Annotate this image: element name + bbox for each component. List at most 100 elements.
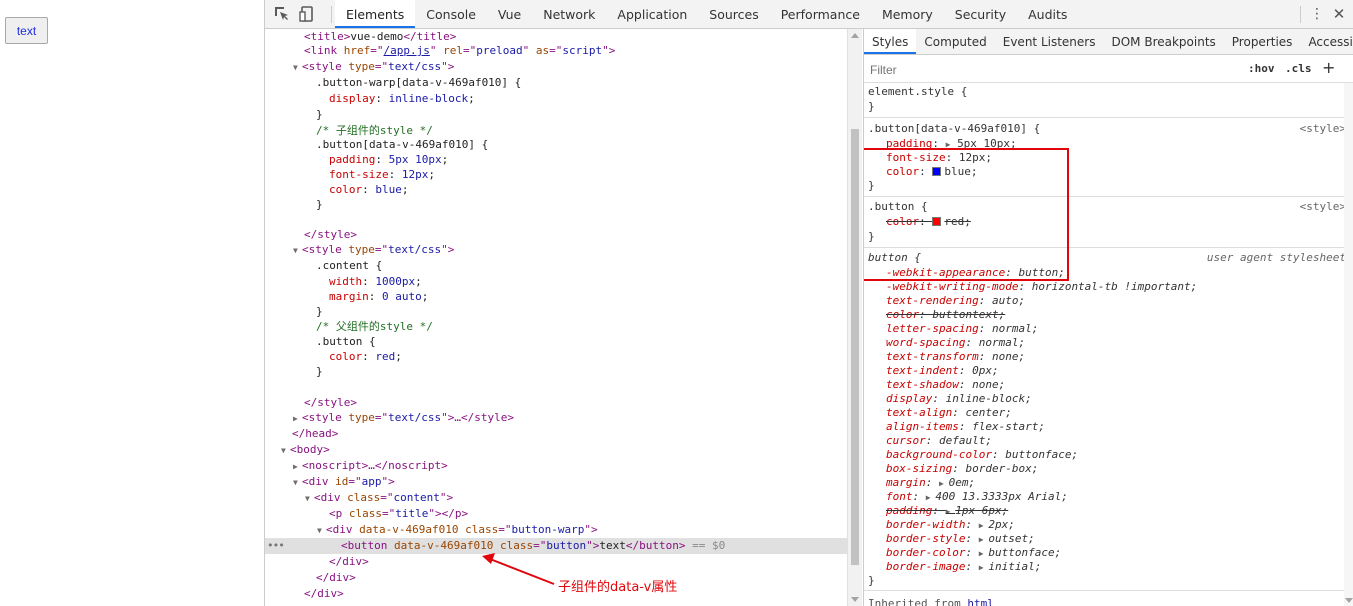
tab-console[interactable]: Console — [415, 0, 487, 28]
dom-line[interactable]: ▼ <div data-v-469af010 class="button-warp… — [265, 522, 847, 538]
css-declaration[interactable]: box-sizing: border-box; — [886, 462, 1353, 476]
css-declaration[interactable]: letter-spacing: normal; — [886, 322, 1353, 336]
more-options-icon[interactable]: ⋮ — [1309, 6, 1325, 22]
css-declaration-overridden[interactable]: color: buttontext; — [886, 308, 1353, 322]
css-declaration[interactable]: text-indent: 0px; — [886, 364, 1353, 378]
css-declaration[interactable]: cursor: default; — [886, 434, 1353, 448]
styles-scrollbar[interactable] — [1344, 83, 1353, 606]
page-text-button[interactable]: text — [5, 17, 48, 44]
dom-line[interactable]: padding: 5px 10px; — [265, 152, 847, 168]
subtab-accessibility[interactable]: Accessibility — [1300, 29, 1353, 54]
css-declaration[interactable]: border-style: ▶ outset; — [886, 532, 1353, 546]
css-declaration[interactable]: align-items: flex-start; — [886, 420, 1353, 434]
dom-line[interactable]: ▼ <style type="text/css"> — [265, 242, 847, 258]
css-declaration[interactable]: border-color: ▶ buttonface; — [886, 546, 1353, 560]
css-declaration[interactable]: border-image: ▶ initial; — [886, 560, 1353, 574]
dom-line[interactable]: <link href="/app.js" rel="preload" as="s… — [265, 43, 847, 59]
styles-filter-input[interactable] — [868, 60, 1240, 80]
expand-triangle-icon[interactable]: ▶ — [926, 493, 936, 502]
dom-line[interactable]: .button-warp[data-v-469af010] { — [265, 75, 847, 91]
collapse-triangle-icon[interactable]: ▼ — [293, 243, 302, 259]
dom-line[interactable]: </style> — [265, 227, 847, 243]
expand-triangle-icon[interactable]: ▶ — [293, 411, 302, 427]
rule-selector[interactable]: .button[data-v-469af010] { — [868, 122, 1353, 136]
tab-performance[interactable]: Performance — [770, 0, 871, 28]
expand-triangle-icon[interactable]: ▶ — [946, 507, 956, 516]
rule-origin-link[interactable]: <style> — [1300, 122, 1346, 135]
dom-line[interactable]: .button { — [265, 334, 847, 350]
dom-line[interactable]: color: red; — [265, 349, 847, 365]
tab-application[interactable]: Application — [606, 0, 698, 28]
dom-line[interactable]: ▼ <div class="content"> — [265, 490, 847, 506]
expand-triangle-icon[interactable]: ▶ — [979, 549, 989, 558]
dom-line[interactable]: } — [265, 304, 847, 320]
dom-line[interactable]: display: inline-block; — [265, 91, 847, 107]
tab-vue[interactable]: Vue — [487, 0, 532, 28]
tab-network[interactable]: Network — [532, 0, 606, 28]
subtab-event-listeners[interactable]: Event Listeners — [995, 29, 1104, 54]
expand-triangle-icon[interactable]: ▶ — [979, 563, 989, 572]
rule-origin-link[interactable]: <style> — [1300, 200, 1346, 213]
dom-line[interactable]: /* 父组件的style */ — [265, 319, 847, 335]
collapse-triangle-icon[interactable]: ▼ — [293, 60, 302, 76]
dom-line[interactable]: .button[data-v-469af010] { — [265, 137, 847, 153]
close-icon[interactable]: ✕ — [1331, 6, 1347, 22]
css-declaration[interactable]: -webkit-writing-mode: horizontal-tb !imp… — [886, 280, 1353, 294]
cls-toggle[interactable]: .cls — [1285, 62, 1312, 75]
css-declaration-overridden[interactable]: padding: ▶ 1px 6px; — [886, 504, 1353, 518]
tab-security[interactable]: Security — [944, 0, 1017, 28]
inspect-element-icon[interactable] — [273, 5, 291, 23]
collapse-triangle-icon[interactable]: ▼ — [305, 491, 314, 507]
css-declaration[interactable]: margin: ▶ 0em; — [886, 476, 1353, 490]
subtab-dom-breakpoints[interactable]: DOM Breakpoints — [1103, 29, 1223, 54]
element-style-selector[interactable]: element.style { — [868, 85, 1353, 99]
css-declaration[interactable]: display: inline-block; — [886, 392, 1353, 406]
ellipsis-icon[interactable]: ••• — [267, 538, 285, 554]
dom-line[interactable]: ▼ <style type="text/css"> — [265, 59, 847, 75]
dom-line[interactable]: font-size: 12px; — [265, 167, 847, 183]
tab-sources[interactable]: Sources — [698, 0, 769, 28]
hov-toggle[interactable]: :hov — [1248, 62, 1275, 75]
subtab-styles[interactable]: Styles — [864, 29, 917, 54]
css-declaration[interactable]: text-transform: none; — [886, 350, 1353, 364]
tab-memory[interactable]: Memory — [871, 0, 944, 28]
scroll-down-icon[interactable] — [1345, 598, 1353, 603]
dom-line[interactable]: ▼ <div id="app"> — [265, 474, 847, 490]
expand-triangle-icon[interactable]: ▶ — [293, 459, 302, 475]
tab-elements[interactable]: Elements — [335, 0, 416, 28]
dom-line[interactable]: ▶ <noscript>…</noscript> — [265, 458, 847, 474]
dom-line[interactable]: .content { — [265, 258, 847, 274]
dom-line[interactable]: ▶ <style type="text/css">…</style> — [265, 410, 847, 426]
css-declaration[interactable]: font: ▶ 400 13.3333px Arial; — [886, 490, 1353, 504]
collapse-triangle-icon[interactable]: ▼ — [293, 475, 302, 491]
scroll-up-icon[interactable] — [851, 33, 859, 38]
dom-line[interactable]: } — [265, 197, 847, 213]
expand-triangle-icon[interactable]: ▶ — [979, 535, 989, 544]
scrollbar-thumb[interactable] — [851, 129, 859, 565]
dom-line[interactable]: color: blue; — [265, 182, 847, 198]
device-toolbar-icon[interactable] — [299, 5, 317, 23]
css-declaration[interactable]: text-align: center; — [886, 406, 1353, 420]
dom-line[interactable]: </style> — [265, 395, 847, 411]
scroll-down-icon[interactable] — [851, 597, 859, 602]
dom-line[interactable]: } — [265, 364, 847, 380]
dom-line[interactable]: </head> — [265, 426, 847, 442]
expand-triangle-icon[interactable]: ▶ — [979, 521, 989, 530]
collapse-triangle-icon[interactable]: ▼ — [281, 443, 290, 459]
dom-line[interactable]: } — [265, 107, 847, 123]
dom-line[interactable]: ▼ <body> — [265, 442, 847, 458]
css-declaration[interactable]: text-shadow: none; — [886, 378, 1353, 392]
dom-line[interactable]: <p class="title"></p> — [265, 506, 847, 522]
css-declaration[interactable]: text-rendering: auto; — [886, 294, 1353, 308]
new-rule-icon[interactable]: + — [1322, 58, 1335, 77]
collapse-triangle-icon[interactable]: ▼ — [317, 523, 326, 539]
subtab-computed[interactable]: Computed — [916, 29, 994, 54]
dom-line[interactable]: margin: 0 auto; — [265, 289, 847, 305]
css-declaration[interactable]: background-color: buttonface; — [886, 448, 1353, 462]
dom-line[interactable]: width: 1000px; — [265, 274, 847, 290]
expand-triangle-icon[interactable]: ▶ — [939, 479, 949, 488]
dom-line[interactable]: </div> — [265, 586, 847, 602]
css-declaration[interactable]: word-spacing: normal; — [886, 336, 1353, 350]
elements-scrollbar[interactable] — [847, 29, 862, 606]
css-declaration[interactable]: border-width: ▶ 2px; — [886, 518, 1353, 532]
